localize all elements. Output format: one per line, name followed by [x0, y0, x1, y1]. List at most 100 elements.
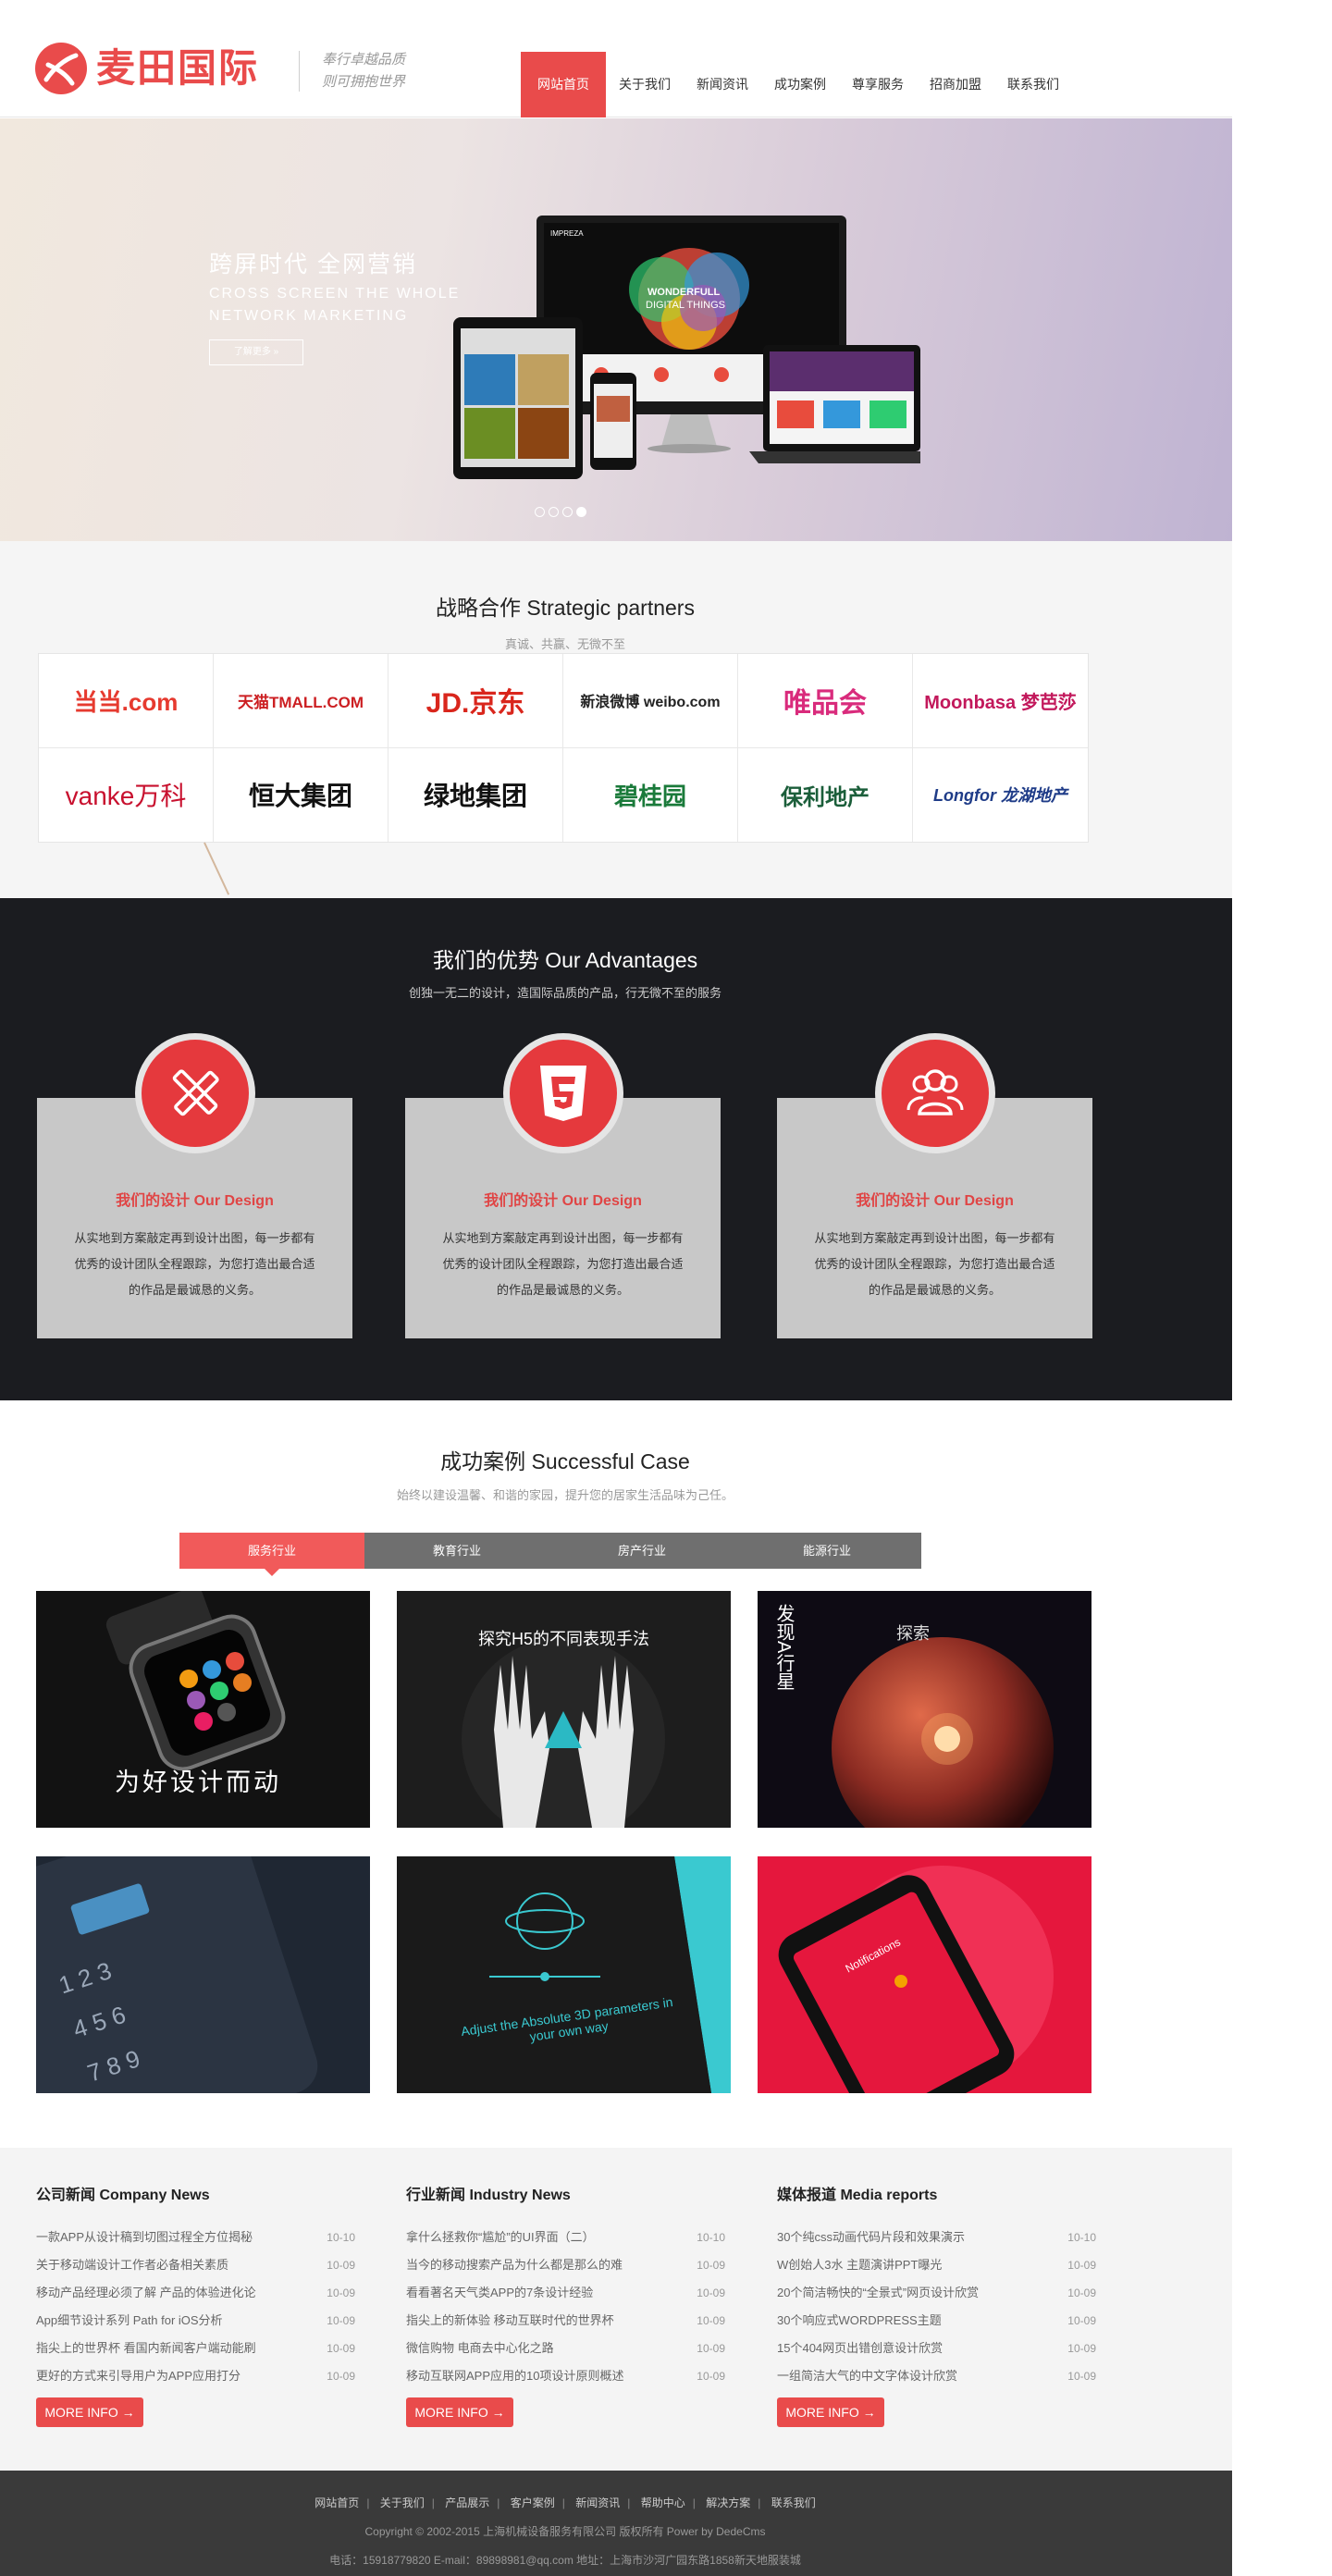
news-item[interactable]: 指尖上的新体验 移动互联时代的世界杯 10-09 [406, 2307, 725, 2335]
partner-logo-country-garden[interactable]: 碧桂园 [563, 747, 738, 842]
nav-item-franchise[interactable]: 招商加盟 [917, 52, 994, 117]
nav-item-news[interactable]: 新闻资讯 [684, 52, 761, 117]
footer-copyright: Copyright © 2002-2015 上海机械设备服务有限公司 版权所有 … [364, 2525, 766, 2538]
partner-logo-poly[interactable]: 保利地产 [738, 747, 913, 842]
case-item-planet[interactable]: 发现A行星 探索 [758, 1591, 1092, 1828]
news-date: 10-09 [697, 2286, 725, 2299]
partner-logo-vip[interactable]: 唯品会 [738, 654, 913, 748]
banner-pagination [535, 507, 586, 517]
partner-logo-text: Moonbasa 梦芭莎 [924, 692, 1077, 713]
news-title: 30个响应式WORDPRESS主题 [777, 2313, 942, 2327]
news-item[interactable]: 指尖上的世界杯 看国内新闻客户端动能刷 10-09 [36, 2335, 355, 2362]
footer-link-news[interactable]: 新闻资讯 [575, 2496, 620, 2509]
news-date: 10-09 [327, 2259, 355, 2272]
monitor-text-1: WONDERFULL [648, 287, 720, 298]
news-list: 30个纯css动画代码片段和效果演示 10-10 W创始人3水 主题演讲PPT曝光… [777, 2224, 1096, 2390]
news-item[interactable]: 30个纯css动画代码片段和效果演示 10-10 [777, 2224, 1096, 2251]
banner-dot-1[interactable] [535, 507, 545, 517]
advantage-text: 从实地到方案敲定再到设计出图，每一步都有优秀的设计团队全程跟踪，为您打造出最合适… [74, 1231, 315, 1297]
news-item[interactable]: App细节设计系列 Path for iOS分析 10-09 [36, 2307, 355, 2335]
advantage-title: 我们的设计 Our Design [116, 1193, 274, 1209]
news-date: 10-09 [327, 2342, 355, 2355]
case-item-h5-hands[interactable]: 探究H5的不同表现手法 [397, 1591, 731, 1828]
news-item[interactable]: 关于移动端设计工作者必备相关素质 10-09 [36, 2251, 355, 2279]
banner-dot-3[interactable] [562, 507, 573, 517]
footer-link-about[interactable]: 关于我们 [380, 2496, 425, 2509]
tab-service[interactable]: 服务行业 [179, 1533, 364, 1576]
logo-divider [299, 51, 300, 92]
tab-realestate[interactable]: 房产行业 [549, 1533, 734, 1569]
banner-more-button[interactable]: 了解更多 » [209, 339, 303, 365]
news-item[interactable]: 30个响应式WORDPRESS主题 10-09 [777, 2307, 1096, 2335]
3d-app-image [397, 1856, 731, 2093]
news-item[interactable]: 拿什么拯救你“尴尬”的UI界面（二） 10-10 [406, 2224, 725, 2251]
case-item-smartwatch[interactable]: 为好设计而动 [36, 1591, 370, 1828]
advantages-section: 我们的优势 Our Advantages 创独一无二的设计，造国际品质的产品，行… [0, 898, 1232, 1400]
news-section: 公司新闻 Company News 一款APP从设计稿到切图过程全方位揭秘 10-… [0, 2148, 1232, 2471]
nav-item-home[interactable]: 网站首页 [521, 52, 606, 117]
case-item-3d-app[interactable]: Adjust the Absolute 3D parameters in you… [397, 1856, 731, 2093]
partner-logo-greenland[interactable]: 绿地集团 [388, 747, 563, 842]
banner-dot-2[interactable] [549, 507, 559, 517]
tab-education[interactable]: 教育行业 [364, 1533, 549, 1569]
case-caption: 探究H5的不同表现手法 [478, 1630, 650, 1648]
partner-logo-weibo[interactable]: 新浪微博 weibo.com [563, 654, 738, 748]
more-info-button[interactable]: MORE INFO → [36, 2397, 143, 2427]
news-item[interactable]: 看看著名天气类APP的7条设计经验 10-09 [406, 2279, 725, 2307]
footer-link-help[interactable]: 帮助中心 [641, 2496, 685, 2509]
advantage-icon-ring [502, 1033, 623, 1153]
footer-contact: 电话：15918779820 E-mail：89898981@qq.com 地址… [329, 2554, 801, 2567]
news-column-industry: 行业新闻 Industry News 拿什么拯救你“尴尬”的UI界面（二） 10-… [406, 2148, 725, 2471]
partner-logo-dangdang[interactable]: 当当.com [39, 654, 214, 748]
case-item-phone-keypad[interactable]: 1 2 3 4 5 6 7 8 9 [36, 1856, 370, 2093]
partner-logo-evergrande[interactable]: 恒大集团 [214, 747, 388, 842]
news-item[interactable]: 移动产品经理必须了解 产品的体验进化论 10-09 [36, 2279, 355, 2307]
news-item[interactable]: 一款APP从设计稿到切图过程全方位揭秘 10-10 [36, 2224, 355, 2251]
tab-energy[interactable]: 能源行业 [734, 1533, 919, 1569]
news-item[interactable]: 移动互联网APP应用的10项设计原则概述 10-09 [406, 2362, 725, 2390]
nav-item-services[interactable]: 尊享服务 [839, 52, 917, 117]
news-item[interactable]: W创始人3水 主题演讲PPT曝光 10-09 [777, 2251, 1096, 2279]
footer-link-cases[interactable]: 客户案例 [511, 2496, 555, 2509]
logo-text[interactable]: 麦田国际 [96, 44, 259, 92]
news-heading: 公司新闻 Company News [36, 2188, 210, 2203]
news-item[interactable]: 15个404网页出错创意设计欣赏 10-09 [777, 2335, 1096, 2362]
news-item[interactable]: 20个简洁畅快的“全景式”网页设计欣赏 10-09 [777, 2279, 1096, 2307]
partner-logo-vanke[interactable]: vanke万科 [39, 747, 214, 842]
news-title: 当今的移动搜索产品为什么都是那么的难 [406, 2258, 623, 2272]
partner-logo-text: 天猫TMALL.COM [238, 693, 364, 711]
more-info-button[interactable]: MORE INFO → [777, 2397, 884, 2427]
partner-logo-text: 绿地集团 [423, 782, 527, 811]
partner-logo-moonbasa[interactable]: Moonbasa 梦芭莎 [913, 654, 1088, 748]
partner-logo-text: Longfor 龙湖地产 [933, 786, 1067, 806]
news-title: 移动互联网APP应用的10项设计原则概述 [406, 2369, 624, 2383]
logo-icon[interactable] [35, 43, 87, 94]
banner-dot-4[interactable] [576, 507, 586, 517]
news-title: 30个纯css动画代码片段和效果演示 [777, 2230, 965, 2244]
case-item-phone-red[interactable]: Notifications [758, 1856, 1092, 2093]
news-item[interactable]: 微信购物 电商去中心化之路 10-09 [406, 2335, 725, 2362]
partner-logo-tmall[interactable]: 天猫TMALL.COM [214, 654, 388, 748]
footer-link-solutions[interactable]: 解决方案 [706, 2496, 750, 2509]
advantages-title: 我们的优势 Our Advantages [432, 948, 698, 972]
news-item[interactable]: 一组简洁大气的中文字体设计欣赏 10-09 [777, 2362, 1096, 2390]
footer-link-contact[interactable]: 联系我们 [771, 2496, 816, 2509]
nav-item-cases[interactable]: 成功案例 [761, 52, 839, 117]
footer-link-home[interactable]: 网站首页 [314, 2496, 359, 2509]
news-item[interactable]: 更好的方式来引导用户为APP应用打分 10-09 [36, 2362, 355, 2390]
footer-link-products[interactable]: 产品展示 [445, 2496, 489, 2509]
advantage-text: 从实地到方案敲定再到设计出图，每一步都有优秀的设计团队全程跟踪，为您打造出最合适… [442, 1231, 684, 1297]
news-title: 15个404网页出错创意设计欣赏 [777, 2341, 944, 2355]
news-date: 10-09 [327, 2286, 355, 2299]
case-caption: 为好设计而动 [115, 1769, 281, 1796]
nav-item-about[interactable]: 关于我们 [606, 52, 684, 117]
site: 麦田国际 奉行卓越品质 则可拥抱世界 网站首页 关于我们 新闻资讯 成功案例 尊… [0, 0, 1232, 2576]
slogan-line-2: 则可拥抱世界 [322, 74, 406, 90]
nav-item-contact[interactable]: 联系我们 [994, 52, 1072, 117]
partner-logo-longfor[interactable]: Longfor 龙湖地产 [913, 748, 1088, 843]
news-title: 一组简洁大气的中文字体设计欣赏 [777, 2369, 958, 2383]
partner-logo-jd[interactable]: JD.京东 [388, 654, 563, 748]
news-date: 10-09 [697, 2370, 725, 2383]
more-info-button[interactable]: MORE INFO → [406, 2397, 513, 2427]
news-item[interactable]: 当今的移动搜索产品为什么都是那么的难 10-09 [406, 2251, 725, 2279]
